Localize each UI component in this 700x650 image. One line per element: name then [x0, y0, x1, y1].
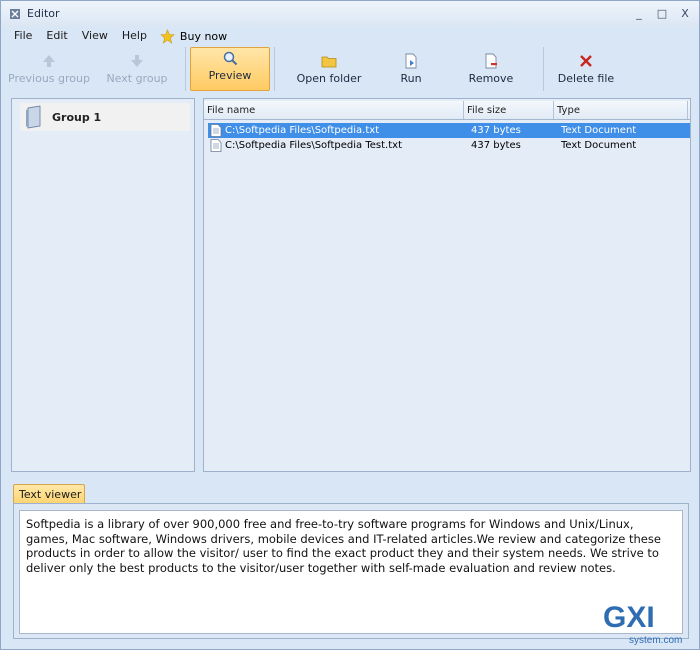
previous-group-label: Previous group — [8, 72, 90, 85]
menu-view[interactable]: View — [75, 27, 115, 45]
arrow-down-icon — [131, 55, 143, 67]
editor-window: Editor _ □ X File Edit View Help Buy now… — [0, 0, 700, 650]
column-file-name[interactable]: File name — [204, 101, 464, 119]
file-name-cell: C:\Softpedia Files\Softpedia.txt — [225, 125, 380, 136]
star-icon — [160, 28, 175, 44]
watermark-text: GXI — [603, 601, 655, 634]
file-type-cell: Text Document — [561, 140, 637, 151]
close-button[interactable]: X — [675, 5, 695, 23]
delete-x-icon — [580, 55, 592, 67]
delete-file-label: Delete file — [557, 72, 615, 85]
remove-label: Remove — [468, 72, 514, 85]
next-group-label: Next group — [106, 72, 168, 85]
menu-edit[interactable]: Edit — [39, 27, 74, 45]
open-folder-label: Open folder — [296, 72, 362, 85]
app-icon — [10, 9, 20, 19]
table-row[interactable]: C:\Softpedia Files\Softpedia.txt 437 byt… — [208, 123, 690, 138]
text-file-icon — [210, 124, 222, 137]
run-label: Run — [400, 72, 422, 85]
table-row[interactable]: C:\Softpedia Files\Softpedia Test.txt 43… — [208, 138, 690, 153]
next-group-button[interactable]: Next group — [93, 45, 181, 93]
document-remove-icon — [485, 53, 497, 69]
buy-now-menu[interactable]: Buy now — [160, 28, 228, 44]
group-item[interactable]: Group 1 — [20, 103, 190, 131]
file-size-cell: 437 bytes — [471, 125, 521, 136]
window-title: Editor — [27, 7, 60, 20]
toolbar: Previous group Next group Preview Open f… — [1, 45, 699, 93]
title-bar: Editor _ □ X — [1, 1, 699, 27]
column-type[interactable]: Type — [554, 101, 688, 119]
document-run-icon — [405, 53, 417, 69]
maximize-button[interactable]: □ — [652, 5, 672, 23]
file-list-panel: File name File size Type C:\Softpedia Fi… — [203, 98, 691, 472]
previous-group-button[interactable]: Previous group — [5, 45, 93, 93]
toolbar-separator — [543, 47, 544, 91]
file-type-cell: Text Document — [561, 125, 637, 136]
preview-label: Preview — [208, 69, 252, 82]
text-file-icon — [210, 139, 222, 152]
arrow-up-icon — [43, 55, 55, 67]
watermark-logo: GXI system.com — [603, 601, 682, 646]
toolbar-separator — [185, 47, 186, 91]
file-list-header: File name File size Type — [204, 101, 690, 120]
minimize-button[interactable]: _ — [629, 5, 649, 23]
group-label: Group 1 — [52, 110, 102, 124]
menu-file[interactable]: File — [7, 27, 39, 45]
remove-button[interactable]: Remove — [443, 45, 539, 93]
folder-icon — [321, 56, 337, 68]
group-list-panel: Group 1 — [11, 98, 195, 472]
column-file-size[interactable]: File size — [464, 101, 554, 119]
file-size-cell: 437 bytes — [471, 140, 521, 151]
file-name-cell: C:\Softpedia Files\Softpedia Test.txt — [225, 140, 402, 151]
delete-file-button[interactable]: Delete file — [548, 45, 624, 93]
text-viewer-panel: Softpedia is a library of over 900,000 f… — [13, 503, 689, 639]
menu-help[interactable]: Help — [115, 27, 154, 45]
tab-text-viewer[interactable]: Text viewer — [13, 484, 85, 504]
menu-bar: File Edit View Help Buy now — [1, 27, 699, 45]
text-viewer-content[interactable]: Softpedia is a library of over 900,000 f… — [19, 510, 683, 634]
toolbar-separator — [274, 47, 275, 91]
magnifier-icon — [223, 51, 238, 66]
buy-now-label: Buy now — [179, 29, 228, 43]
watermark-subtext: system.com — [629, 635, 682, 646]
run-button[interactable]: Run — [379, 45, 443, 93]
preview-button[interactable]: Preview — [190, 47, 270, 91]
folder-group-icon — [26, 105, 41, 129]
open-folder-button[interactable]: Open folder — [279, 45, 379, 93]
